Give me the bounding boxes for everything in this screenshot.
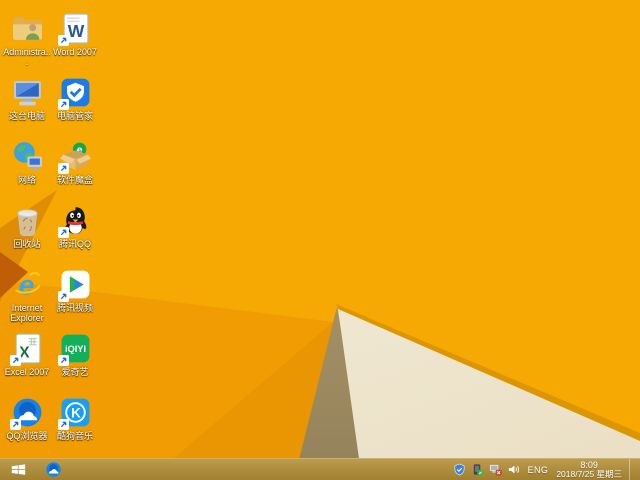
language-indicator[interactable]: ENG — [528, 465, 549, 475]
taskbar-clock[interactable]: 8:09 2018/7/25 星期三 — [556, 460, 622, 479]
shortcut-arrow-icon — [9, 419, 21, 430]
desktop-icon-label: 软件魔盒 — [56, 175, 93, 185]
desktop-icon-qq-browser[interactable]: QQ浏览器 — [3, 396, 51, 458]
desktop-icon-label: 回收站 — [13, 239, 41, 249]
desktop-icon-label: Internet Explorer — [10, 303, 44, 323]
user-folder-icon — [11, 12, 44, 45]
desktop-icon-label: Word 2007 — [53, 47, 97, 57]
desktop-icon-tencent-video[interactable]: 腾讯视频 — [51, 268, 99, 330]
shortcut-arrow-icon — [57, 99, 69, 110]
recycle-bin-icon — [11, 204, 44, 237]
iqiyi-icon: iQIYI — [57, 332, 92, 366]
desktop-icon-label: 电脑管家 — [56, 111, 93, 121]
taskbar: ENG 8:09 2018/7/25 星期三 — [0, 458, 640, 480]
desktop-icon-word-2007[interactable]: W Word 2007 — [51, 12, 99, 74]
desktop-icon-this-pc[interactable]: 这台电脑 — [3, 76, 51, 138]
shortcut-arrow-icon — [57, 355, 69, 366]
qq-browser-icon — [45, 461, 62, 478]
excel-icon: X — [9, 332, 44, 366]
desktop-icon-network[interactable]: 网络 — [3, 140, 51, 202]
shortcut-arrow-icon — [9, 355, 21, 366]
desktop-icon-label: Administra... — [3, 47, 51, 67]
svg-text:K: K — [71, 406, 81, 421]
kugou-icon: K — [57, 396, 92, 430]
desktop-icon-iqiyi[interactable]: iQIYI 爱奇艺 — [51, 332, 99, 394]
qq-browser-icon — [9, 396, 44, 430]
desktop-icon-label: 腾讯QQ — [58, 239, 91, 249]
shortcut-arrow-icon — [57, 419, 69, 430]
desktop-icon-excel-2007[interactable]: X Excel 2007 — [3, 332, 51, 394]
desktop-icon-kugou-music[interactable]: K 酷狗音乐 — [51, 396, 99, 458]
taskbar-pinned-qq-browser[interactable] — [40, 459, 66, 480]
desktop-icon-tencent-qq[interactable]: 腾讯QQ — [51, 204, 99, 266]
desktop[interactable]: { "wallpaper": { "base_color": "#f6a902"… — [0, 0, 640, 480]
desktop-icon-label: 网络 — [17, 175, 36, 185]
start-button[interactable] — [0, 459, 36, 480]
desktop-icon-internet-explorer[interactable]: e Internet Explorer — [3, 268, 51, 330]
windows-logo-icon — [10, 462, 27, 477]
shortcut-arrow-icon — [57, 291, 69, 302]
desktop-icon-software-box[interactable]: e 软件魔盒 — [51, 140, 99, 202]
desktop-icon-label: Excel 2007 — [4, 367, 50, 377]
desktop-icon-label: 爱奇艺 — [61, 367, 89, 377]
tray-security-shield-icon[interactable] — [453, 463, 466, 476]
system-tray: ENG 8:09 2018/7/25 星期三 — [453, 459, 640, 480]
shortcut-arrow-icon — [57, 227, 69, 238]
tray-device-safe-icon[interactable] — [471, 463, 484, 476]
word-icon: W — [57, 12, 92, 46]
computer-icon — [11, 76, 44, 109]
desktop-icon-label: 腾讯视频 — [56, 303, 93, 313]
desktop-icon-label: 酷狗音乐 — [56, 431, 93, 441]
show-desktop-button[interactable] — [629, 459, 635, 480]
shortcut-arrow-icon — [57, 163, 69, 174]
open-box-icon: e — [57, 140, 92, 174]
clock-date: 2018/7/25 星期三 — [556, 469, 622, 479]
qq-penguin-icon — [57, 204, 92, 238]
tray-volume-icon[interactable] — [507, 463, 520, 476]
play-video-icon — [57, 268, 92, 302]
desktop-icon-administrator[interactable]: Administra... — [3, 12, 51, 74]
tray-network-disconnected-icon[interactable] — [489, 463, 502, 476]
desktop-icon-pc-manager[interactable]: 电脑管家 — [51, 76, 99, 138]
ie-icon: e — [11, 268, 44, 301]
svg-text:iQIYI: iQIYI — [64, 344, 85, 354]
globe-network-icon — [11, 140, 44, 173]
shortcut-arrow-icon — [57, 35, 69, 46]
svg-text:W: W — [67, 21, 84, 41]
shield-check-icon — [57, 76, 92, 110]
desktop-icon-recycle-bin[interactable]: 回收站 — [3, 204, 51, 266]
desktop-icon-label: QQ浏览器 — [6, 431, 48, 441]
desktop-icon-label: 这台电脑 — [8, 111, 45, 121]
